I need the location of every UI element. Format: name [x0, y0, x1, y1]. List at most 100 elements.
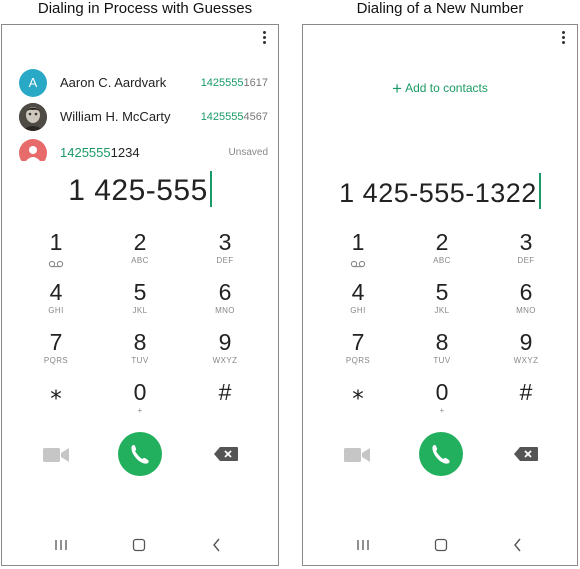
key-5[interactable]: 5 JKL	[110, 279, 170, 325]
backspace-icon[interactable]	[213, 446, 239, 462]
key-digit: 3	[218, 229, 232, 255]
key-letters: PQRS	[345, 356, 371, 365]
key-0[interactable]: 0 +	[110, 379, 170, 425]
key-9[interactable]: 9 WXYZ	[496, 329, 556, 375]
suggestion-row[interactable]: William H. McCarty 14255554567	[19, 103, 268, 133]
suggestion-row[interactable]: A Aaron C. Aardvark 14255551617	[19, 69, 268, 99]
key-3[interactable]: 3 DEF	[496, 229, 556, 275]
key-hash[interactable]: #	[496, 379, 556, 425]
key-digit: 6	[218, 279, 232, 305]
key-0[interactable]: 0 +	[412, 379, 472, 425]
key-7[interactable]: 7 PQRS	[26, 329, 86, 375]
key-6[interactable]: 6 MNO	[496, 279, 556, 325]
unsaved-number: 14255551234	[60, 145, 140, 160]
recent-apps-icon[interactable]	[54, 539, 68, 551]
right-caption: Dialing of a New Number	[356, 0, 524, 17]
key-letters: ABC	[131, 256, 149, 265]
video-call-icon[interactable]	[42, 446, 70, 464]
key-hash[interactable]: #	[195, 379, 255, 425]
key-6[interactable]: 6 MNO	[195, 279, 255, 325]
key-letters: JKL	[132, 306, 148, 315]
contact-photo-icon	[19, 103, 47, 131]
key-letters: +	[439, 406, 445, 415]
key-letters: ABC	[433, 256, 451, 265]
call-button[interactable]	[118, 432, 162, 476]
key-digit: 7	[351, 329, 365, 355]
right-phone-screen: + Add to contacts 1 425-555-1322 1 2 ABC 3 DE…	[302, 24, 578, 566]
key-digit: ⁎	[352, 379, 364, 405]
key-digit: #	[519, 379, 533, 405]
key-letters: TUV	[433, 356, 451, 365]
home-icon[interactable]	[132, 538, 146, 552]
key-letters: MNO	[516, 306, 536, 315]
key-digit: 1	[49, 229, 63, 255]
home-icon[interactable]	[434, 538, 448, 552]
navigation-bar	[2, 537, 278, 555]
key-letters: MNO	[215, 306, 235, 315]
add-to-contacts-button[interactable]: + Add to contacts	[303, 79, 577, 99]
key-4[interactable]: 4 GHI	[26, 279, 86, 325]
key-9[interactable]: 9 WXYZ	[195, 329, 255, 375]
unsaved-number-row[interactable]: 14255551234 Unsaved	[19, 139, 268, 161]
key-8[interactable]: 8 TUV	[110, 329, 170, 375]
key-2[interactable]: 2 ABC	[110, 229, 170, 275]
back-icon[interactable]	[212, 538, 222, 552]
more-options-icon[interactable]	[557, 31, 569, 45]
avatar: A	[19, 69, 47, 97]
unsaved-status: Unsaved	[228, 147, 268, 158]
key-digit: 2	[133, 229, 147, 255]
key-digit: #	[218, 379, 232, 405]
key-digit: 4	[351, 279, 365, 305]
key-star[interactable]: ⁎	[26, 379, 86, 425]
voicemail-icon	[48, 260, 64, 268]
key-3[interactable]: 3 DEF	[195, 229, 255, 275]
more-options-icon[interactable]	[258, 31, 270, 45]
key-digit: 8	[133, 329, 147, 355]
key-letters: JKL	[434, 306, 450, 315]
key-letters: GHI	[48, 306, 64, 315]
key-digit: 0	[435, 379, 449, 405]
key-letters: DEF	[216, 256, 234, 265]
key-digit: 4	[49, 279, 63, 305]
key-star[interactable]: ⁎	[328, 379, 388, 425]
key-letters: +	[137, 406, 143, 415]
key-2[interactable]: 2 ABC	[412, 229, 472, 275]
key-4[interactable]: 4 GHI	[328, 279, 388, 325]
back-icon[interactable]	[513, 538, 523, 552]
avatar	[19, 139, 47, 161]
key-letters: DEF	[517, 256, 535, 265]
recent-apps-icon[interactable]	[356, 539, 370, 551]
phone-icon	[432, 445, 450, 464]
key-1[interactable]: 1	[328, 229, 388, 275]
person-icon	[26, 146, 40, 161]
avatar	[19, 103, 47, 131]
video-call-icon[interactable]	[343, 446, 371, 464]
key-digit: 7	[49, 329, 63, 355]
key-1[interactable]: 1	[26, 229, 86, 275]
dialed-number-display[interactable]: 1 425-555	[2, 171, 278, 208]
call-button[interactable]	[419, 432, 463, 476]
key-5[interactable]: 5 JKL	[412, 279, 472, 325]
key-letters: GHI	[350, 306, 366, 315]
key-letters: PQRS	[43, 356, 69, 365]
key-digit: 8	[435, 329, 449, 355]
key-letters: WXYZ	[513, 356, 539, 365]
dialed-number: 1 425-555	[68, 174, 208, 207]
dialed-number-display[interactable]: 1 425-555-1322	[303, 173, 577, 209]
phone-icon	[131, 445, 149, 464]
navigation-bar	[303, 537, 577, 555]
text-cursor	[538, 173, 541, 209]
key-digit: 9	[519, 329, 533, 355]
key-7[interactable]: 7 PQRS	[328, 329, 388, 375]
key-digit: 1	[351, 229, 365, 255]
contact-name: Aaron C. Aardvark	[60, 75, 167, 90]
dialed-number: 1 425-555-1322	[339, 178, 537, 208]
key-8[interactable]: 8 TUV	[412, 329, 472, 375]
add-to-contacts-label: Add to contacts	[405, 81, 488, 95]
plus-icon: +	[392, 79, 403, 98]
backspace-icon[interactable]	[513, 446, 539, 462]
left-caption: Dialing in Process with Guesses	[37, 0, 253, 17]
key-digit: 9	[218, 329, 232, 355]
contact-number: 14255554567	[200, 111, 268, 123]
key-digit: 0	[133, 379, 147, 405]
